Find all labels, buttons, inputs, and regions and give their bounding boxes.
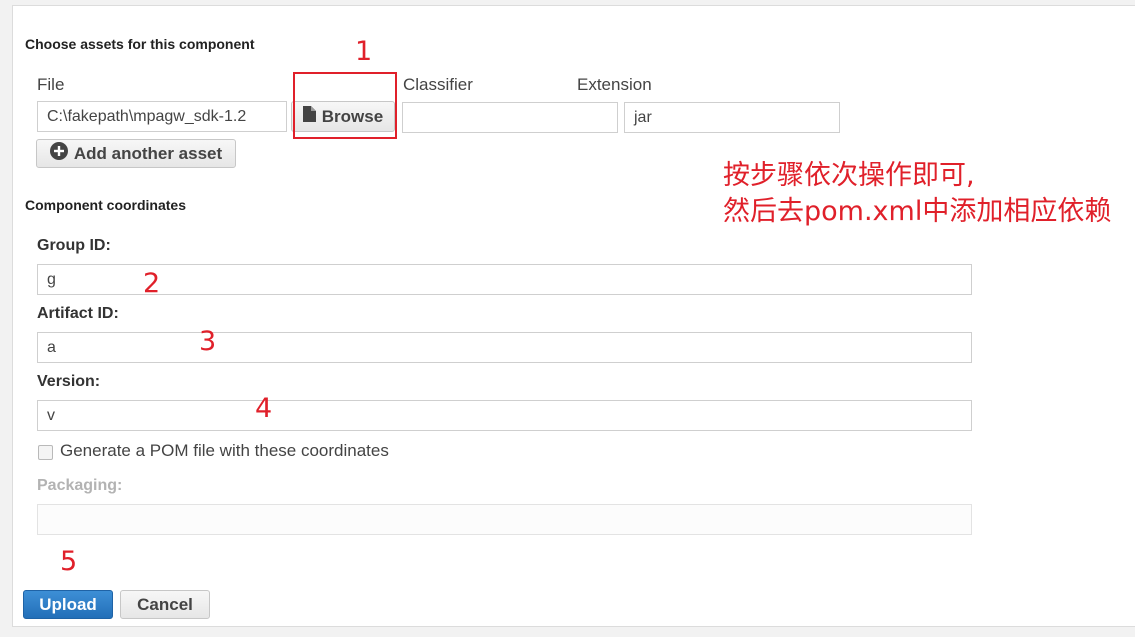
instruction-note-line1: 按步骤依次操作即可,	[723, 160, 975, 191]
group-id-label: Group ID:	[37, 237, 111, 254]
step-3-marker: 3	[199, 326, 217, 357]
packaging-field	[37, 504, 972, 535]
browse-highlight-box	[293, 72, 397, 139]
packaging-label: Packaging:	[37, 477, 123, 494]
group-id-field[interactable]: g	[37, 264, 972, 295]
add-another-asset-button[interactable]: Add another asset	[36, 139, 236, 168]
upload-button[interactable]: Upload	[23, 590, 113, 619]
extension-column-label: Extension	[577, 75, 652, 94]
cancel-button-label: Cancel	[137, 594, 193, 614]
upload-button-label: Upload	[39, 594, 97, 614]
artifact-id-field[interactable]: a	[37, 332, 972, 363]
generate-pom-label: Generate a POM file with these coordinat…	[60, 441, 389, 460]
artifact-id-label: Artifact ID:	[37, 305, 119, 322]
assets-section-title: Choose assets for this component	[25, 36, 255, 52]
coordinates-section-title: Component coordinates	[25, 197, 187, 213]
step-4-marker: 4	[255, 393, 273, 424]
file-path-field[interactable]: C:\fakepath\mpagw_sdk-1.2	[37, 101, 287, 132]
version-field[interactable]: v	[37, 400, 972, 431]
generate-pom-checkbox[interactable]	[38, 445, 53, 460]
extension-field[interactable]: jar	[624, 102, 840, 133]
file-column-label: File	[37, 75, 65, 94]
plus-circle-icon	[49, 142, 68, 165]
step-2-marker: 2	[143, 268, 161, 299]
add-another-asset-label: Add another asset	[73, 143, 223, 163]
classifier-field[interactable]	[402, 102, 618, 133]
cancel-button[interactable]: Cancel	[120, 590, 210, 619]
step-1-marker: 1	[355, 36, 373, 67]
step-5-marker: 5	[60, 546, 78, 577]
instruction-note-line2: 然后去pom.xml中添加相应依赖	[723, 196, 1112, 227]
classifier-column-label: Classifier	[403, 75, 473, 94]
version-label: Version:	[37, 373, 101, 390]
